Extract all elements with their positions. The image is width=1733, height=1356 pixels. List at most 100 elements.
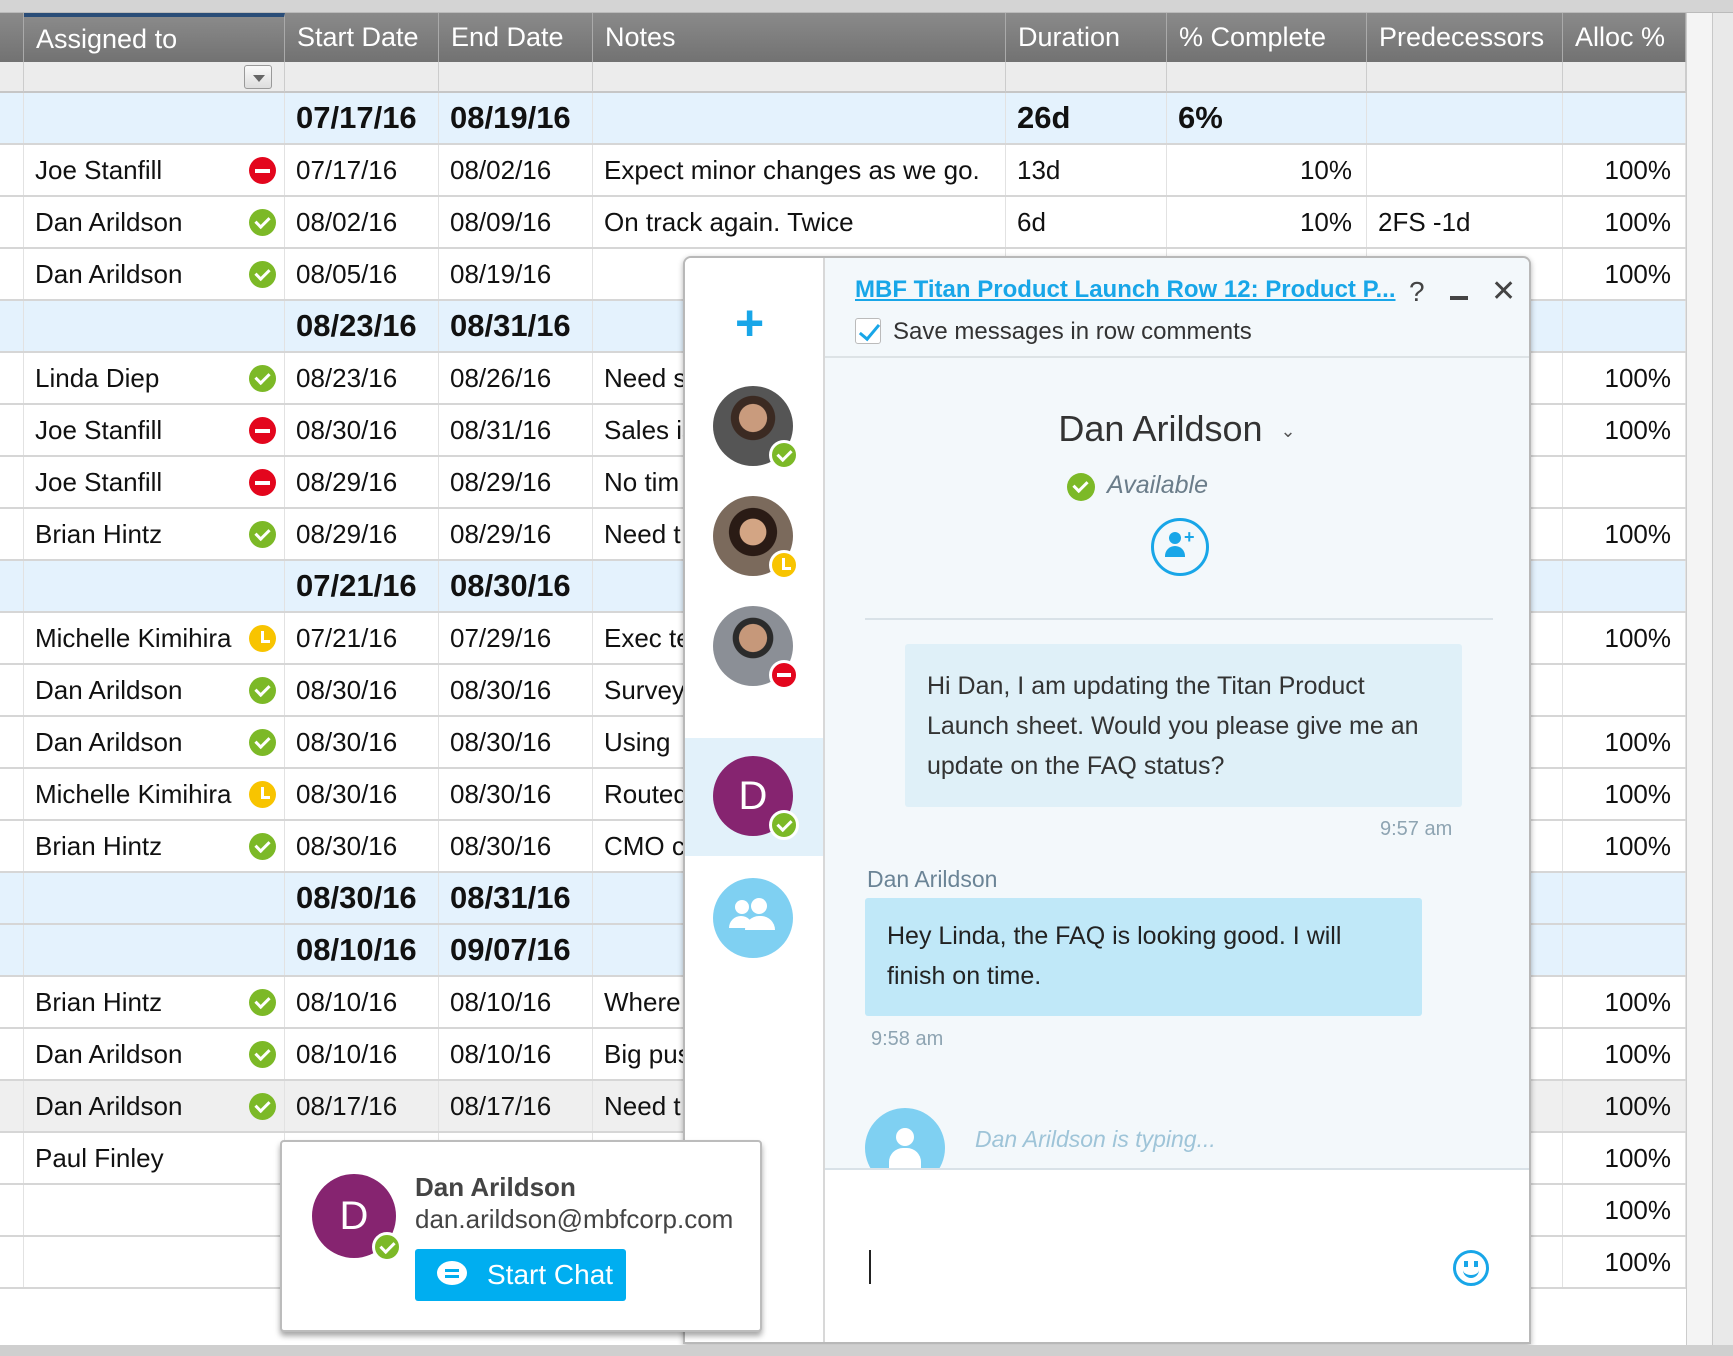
column-header-alloc-percent[interactable]: Alloc % [1563, 13, 1686, 62]
cell-alloc-percent[interactable]: 100% [1563, 509, 1686, 559]
cell-start-date[interactable]: 08/23/16 [285, 353, 439, 403]
cell-assigned-to[interactable]: Brian Hintz [24, 509, 285, 559]
cell-alloc-percent[interactable] [1563, 873, 1686, 923]
cell-alloc-percent[interactable]: 100% [1563, 1029, 1686, 1079]
cell-end-date[interactable]: 08/09/16 [439, 197, 593, 247]
new-chat-button[interactable]: + [735, 298, 764, 348]
cell-assigned-to[interactable]: Dan Arildson [24, 197, 285, 247]
cell-assigned-to[interactable]: Dan Arildson [24, 1029, 285, 1079]
save-messages-checkbox[interactable] [855, 318, 881, 344]
cell-end-date[interactable]: 08/26/16 [439, 353, 593, 403]
cell-start-date[interactable]: 08/23/16 [285, 301, 439, 351]
cell-start-date[interactable]: 08/10/16 [285, 925, 439, 975]
cell-end-date[interactable]: 08/10/16 [439, 977, 593, 1027]
busy-status-icon[interactable] [249, 469, 276, 496]
cell-end-date[interactable]: 08/29/16 [439, 457, 593, 507]
cell-percent-complete[interactable]: 6% [1167, 93, 1367, 143]
cell-alloc-percent[interactable]: 100% [1563, 821, 1686, 871]
cell-notes[interactable] [593, 93, 1006, 143]
cell-alloc-percent[interactable] [1563, 925, 1686, 975]
cell-alloc-percent[interactable] [1563, 93, 1686, 143]
column-header-assigned-to[interactable]: Assigned to [24, 13, 285, 62]
cell-duration[interactable]: 6d [1006, 197, 1167, 247]
cell-alloc-percent[interactable]: 100% [1563, 353, 1686, 403]
cell-end-date[interactable]: 08/30/16 [439, 821, 593, 871]
cell-alloc-percent[interactable] [1563, 301, 1686, 351]
cell-notes[interactable]: On track again. Twice [593, 197, 1006, 247]
cell-alloc-percent[interactable] [1563, 457, 1686, 507]
contact-name[interactable]: Dan Arildson ⌄ [825, 408, 1529, 450]
cell-assigned-to[interactable]: Brian Hintz [24, 821, 285, 871]
avatar-contact-1[interactable] [713, 386, 799, 470]
cell-assigned-to[interactable] [24, 93, 285, 143]
cell-end-date[interactable]: 08/30/16 [439, 665, 593, 715]
cell-assigned-to[interactable]: Paul Finley [24, 1133, 285, 1183]
cell-end-date[interactable]: 08/29/16 [439, 509, 593, 559]
away-status-icon[interactable] [249, 781, 276, 808]
help-button[interactable]: ? [1409, 276, 1425, 308]
cell-end-date[interactable]: 08/30/16 [439, 769, 593, 819]
group-chat-icon[interactable] [713, 878, 793, 958]
cell-duration[interactable]: 13d [1006, 145, 1167, 195]
avatar-dan-arildson[interactable]: D [713, 756, 799, 840]
message-input[interactable] [825, 1168, 1529, 1342]
vertical-scrollbar[interactable] [1712, 13, 1733, 1356]
cell-start-date[interactable]: 07/21/16 [285, 613, 439, 663]
cell-percent-complete[interactable]: 10% [1167, 145, 1367, 195]
cell-end-date[interactable]: 08/10/16 [439, 1029, 593, 1079]
close-button[interactable]: ✕ [1491, 274, 1516, 309]
cell-assigned-to[interactable]: Joe Stanfill [24, 457, 285, 507]
cell-assigned-to[interactable] [24, 301, 285, 351]
cell-end-date[interactable]: 09/07/16 [439, 925, 593, 975]
cell-end-date[interactable]: 08/17/16 [439, 1081, 593, 1131]
cell-assigned-to[interactable]: Linda Diep [24, 353, 285, 403]
away-status-icon[interactable] [249, 625, 276, 652]
cell-start-date[interactable]: 08/30/16 [285, 665, 439, 715]
available-status-icon[interactable] [249, 989, 276, 1016]
cell-alloc-percent[interactable]: 100% [1563, 145, 1686, 195]
cell-start-date[interactable]: 08/30/16 [285, 405, 439, 455]
cell-alloc-percent[interactable]: 100% [1563, 249, 1686, 299]
available-status-icon[interactable] [249, 677, 276, 704]
cell-assigned-to[interactable] [24, 873, 285, 923]
table-row[interactable]: Joe Stanfill 07/17/16 08/02/16 Expect minor… [0, 145, 1686, 197]
parent-row[interactable]: 07/17/16 08/19/16 26d 6% [0, 93, 1686, 145]
cell-assigned-to[interactable] [24, 1237, 285, 1287]
cell-alloc-percent[interactable]: 100% [1563, 1081, 1686, 1131]
emoji-icon[interactable] [1453, 1250, 1489, 1286]
cell-alloc-percent[interactable]: 100% [1563, 405, 1686, 455]
cell-alloc-percent[interactable] [1563, 561, 1686, 611]
available-status-icon[interactable] [249, 1093, 276, 1120]
cell-start-date[interactable]: 08/17/16 [285, 1081, 439, 1131]
cell-start-date[interactable]: 08/30/16 [285, 769, 439, 819]
cell-alloc-percent[interactable]: 100% [1563, 769, 1686, 819]
busy-status-icon[interactable] [249, 417, 276, 444]
available-status-icon[interactable] [249, 521, 276, 548]
cell-percent-complete[interactable]: 10% [1167, 197, 1367, 247]
cell-end-date[interactable]: 08/19/16 [439, 249, 593, 299]
avatar-contact-2[interactable] [713, 496, 799, 580]
cell-end-date[interactable]: 08/31/16 [439, 873, 593, 923]
available-status-icon[interactable] [249, 833, 276, 860]
start-chat-button[interactable]: Start Chat [415, 1249, 626, 1301]
available-status-icon[interactable] [249, 365, 276, 392]
cell-assigned-to[interactable]: Dan Arildson [24, 1081, 285, 1131]
cell-start-date[interactable]: 08/02/16 [285, 197, 439, 247]
cell-alloc-percent[interactable] [1563, 665, 1686, 715]
avatar-contact-3[interactable] [713, 606, 799, 690]
cell-alloc-percent[interactable]: 100% [1563, 197, 1686, 247]
cell-assigned-to[interactable]: Dan Arildson [24, 665, 285, 715]
available-status-icon[interactable] [249, 261, 276, 288]
minimize-button[interactable] [1450, 296, 1468, 300]
cell-assigned-to[interactable] [24, 925, 285, 975]
column-header-percent-complete[interactable]: % Complete [1167, 13, 1367, 62]
chevron-down-icon[interactable]: ⌄ [1281, 421, 1296, 441]
cell-assigned-to[interactable]: Michelle Kimihira [24, 613, 285, 663]
cell-start-date[interactable]: 08/30/16 [285, 717, 439, 767]
available-status-icon[interactable] [249, 209, 276, 236]
cell-assigned-to[interactable]: Brian Hintz [24, 977, 285, 1027]
cell-start-date[interactable]: 08/29/16 [285, 509, 439, 559]
cell-start-date[interactable]: 08/05/16 [285, 249, 439, 299]
cell-start-date[interactable]: 08/30/16 [285, 821, 439, 871]
cell-start-date[interactable]: 08/29/16 [285, 457, 439, 507]
